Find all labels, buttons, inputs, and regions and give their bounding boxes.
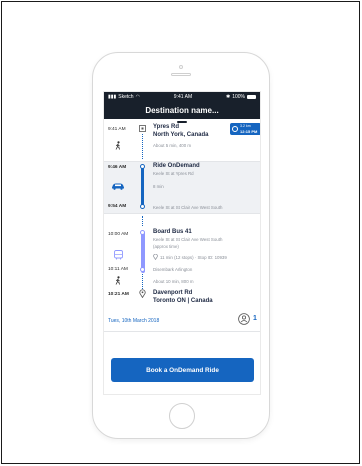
- walk-icon: [115, 276, 120, 285]
- status-bar: ▮▮▮ Sketch ◠ 9:41 AM ✱ 100%: [104, 92, 260, 102]
- book-ride-button[interactable]: Book a OnDemand Ride: [111, 358, 254, 382]
- origin-name: Ypres Rd: [153, 124, 180, 130]
- bluetooth-icon: ✱: [225, 94, 231, 100]
- transfer-connector: [142, 216, 143, 226]
- ride-end-node: [140, 204, 145, 209]
- walk-connector: [142, 134, 143, 159]
- app-screen: ▮▮▮ Sketch ◠ 9:41 AM ✱ 100% Destination …: [103, 91, 261, 395]
- origin-time: 9:41 AM: [108, 127, 126, 132]
- bus-approx: (approx time): [153, 244, 179, 249]
- status-time: 9:41 AM: [173, 94, 193, 100]
- bus-icon: [114, 250, 123, 260]
- ride-duration: 8 min: [153, 184, 164, 189]
- ride-title: Ride OnDemand: [153, 163, 200, 169]
- destination-pin-icon: [139, 289, 146, 298]
- walk2-text: About 10 min, 800 m: [153, 279, 194, 284]
- phone-mockup: ▮▮▮ Sketch ◠ 9:41 AM ✱ 100% Destination …: [92, 52, 270, 439]
- ride-route-line: [141, 165, 144, 209]
- walk-icon: [115, 141, 120, 150]
- battery-icon: [246, 95, 256, 99]
- origin-city: North York, Canada: [153, 132, 209, 138]
- badge-time: 12:15 PM: [240, 129, 258, 134]
- bus-stop: Keele St at St Clair Ave West South: [153, 237, 223, 242]
- ride-dropoff: Keele St at St Clair Ave West South: [153, 205, 223, 210]
- clock-icon: [232, 126, 238, 132]
- signal-icon: ▮▮▮: [108, 94, 117, 100]
- page-title: Destination name...: [145, 106, 219, 115]
- carrier-label: Sketch: [118, 94, 134, 100]
- bus-time: 10:00 AM: [108, 232, 129, 237]
- ride-start-node: [140, 164, 145, 169]
- destination-name: Davenport Rd: [153, 290, 193, 296]
- origin-walk: About 5 min, 400 m: [153, 143, 192, 148]
- bus-disembark: Disembark Arlington: [153, 267, 193, 272]
- destination-time: 10:21 AM: [108, 292, 129, 297]
- camera-dot: [179, 65, 183, 69]
- bus-info: 11 min (12 stops) · Stop ID: 10939: [160, 255, 227, 260]
- ride-end-time: 9:54 AM: [108, 204, 127, 209]
- wifi-icon: ◠: [135, 94, 140, 100]
- battery-percent: 100%: [232, 94, 245, 100]
- drag-handle[interactable]: [177, 121, 187, 123]
- speaker-slot: [171, 73, 191, 76]
- pin-icon: [153, 254, 158, 260]
- arrival-badge: 3.2 km 12:15 PM: [230, 123, 260, 135]
- ride-pickup: Keele St at Ypres Rd: [153, 171, 194, 176]
- passenger-icon[interactable]: [238, 313, 250, 325]
- disembark-time: 10:11 AM: [108, 267, 128, 272]
- bus-title: Board Bus 41: [153, 229, 192, 235]
- divider: [104, 331, 260, 332]
- divider: [104, 213, 260, 214]
- trip-date[interactable]: Tues, 10th March 2018: [108, 318, 159, 324]
- bus-start-node: [140, 230, 145, 235]
- home-button[interactable]: [169, 403, 195, 429]
- trip-itinerary[interactable]: 3.2 km 12:15 PM 9:41 AM Ypres Rd North Y…: [104, 121, 260, 387]
- divider: [104, 161, 260, 162]
- bus-end-node: [140, 267, 145, 272]
- destination-header[interactable]: Destination name...: [104, 102, 260, 119]
- ride-start-time: 9:46 AM: [108, 165, 127, 170]
- location-square-icon: [139, 125, 146, 132]
- passenger-count: 1: [253, 315, 257, 322]
- car-icon: [112, 183, 124, 190]
- walk-connector: [142, 274, 143, 289]
- destination-city: Toronto ON | Canada: [153, 298, 213, 304]
